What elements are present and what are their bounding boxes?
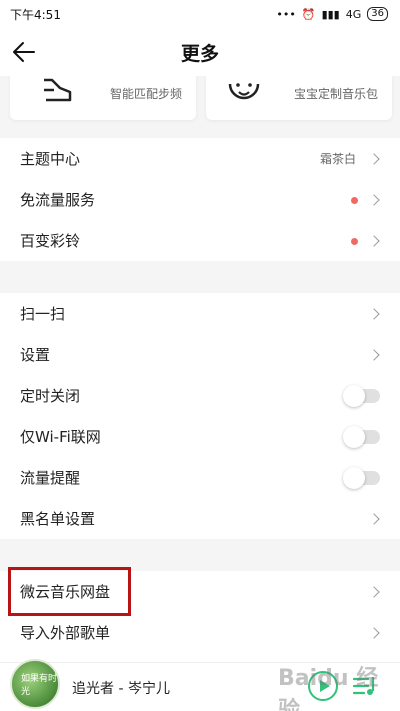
album-cover[interactable]: 如果有时光 (10, 659, 60, 709)
toggle-knob (343, 466, 365, 489)
toggle-knob (343, 425, 365, 448)
row-label: 导入外部歌单 (20, 624, 111, 642)
row-timer-off: 定时关闭 (0, 375, 400, 416)
red-dot-badge (351, 196, 358, 204)
chevron-right-icon (368, 585, 380, 598)
signal-icon: ▮▮▮ (321, 7, 340, 21)
card-running[interactable]: 智能匹配步频 (10, 76, 196, 120)
signal-dots-icon: ••• (276, 7, 296, 21)
back-arrow-icon[interactable] (10, 38, 38, 66)
row-blacklist[interactable]: 黑名单设置 (0, 498, 400, 539)
highlight-box (8, 567, 131, 616)
card-baby[interactable]: 宝宝定制音乐包 (206, 76, 392, 120)
card-label-running: 智能匹配步频 (109, 87, 182, 101)
row-free-data[interactable]: 免流量服务 (0, 179, 400, 220)
card-label-baby: 宝宝定制音乐包 (293, 87, 378, 101)
chevron-right-icon (368, 626, 380, 639)
row-wifi-only: 仅Wi-Fi联网 (0, 416, 400, 457)
row-settings[interactable]: 设置 (0, 334, 400, 375)
row-theme-center[interactable]: 主题中心 霜茶白 (0, 138, 400, 179)
network-type: 4G (345, 7, 362, 21)
toggle-knob (343, 384, 365, 407)
row-scan[interactable]: 扫一扫 (0, 293, 400, 334)
row-label: 设置 (20, 346, 51, 364)
row-label: 主题中心 (20, 150, 81, 168)
cover-text: 如果有时光 (21, 674, 58, 697)
status-time: 下午4:51 (10, 7, 61, 22)
wifi-only-toggle[interactable] (343, 425, 380, 448)
chevron-right-icon (368, 152, 380, 165)
baidu-watermark: Baidu 经验 (278, 666, 379, 711)
page-title: 更多 (180, 42, 219, 65)
timer-off-toggle[interactable] (343, 384, 380, 407)
status-icons: ••• ⏰ ▮▮▮ 4G 36 (276, 7, 388, 21)
status-bar: 下午4:51 ••• ⏰ ▮▮▮ 4G 36 (0, 0, 400, 28)
row-data-alert: 流量提醒 (0, 457, 400, 498)
row-ringtone[interactable]: 百变彩铃 (0, 220, 400, 261)
section-services: 主题中心 霜茶白 免流量服务 百变彩铃 (0, 138, 400, 261)
alarm-icon: ⏰ (301, 7, 316, 21)
row-label: 仅Wi-Fi联网 (20, 428, 101, 446)
chevron-right-icon (368, 307, 380, 320)
chevron-right-icon (368, 234, 380, 247)
row-value-theme: 霜茶白 (319, 152, 356, 166)
row-import-playlist[interactable]: 导入外部歌单 (0, 612, 400, 653)
running-shoe-icon (44, 78, 72, 102)
baby-face-icon (228, 83, 260, 100)
red-dot-badge (351, 237, 358, 245)
section-settings: 扫一扫 设置 定时关闭 仅Wi-Fi联网 流量提醒 黑名单设置 (0, 293, 400, 539)
data-alert-toggle[interactable] (343, 466, 380, 489)
header-bar: 更多 (0, 28, 400, 76)
row-label: 免流量服务 (20, 191, 96, 209)
row-label: 定时关闭 (20, 387, 81, 405)
chevron-right-icon (368, 193, 380, 206)
feature-cards: 智能匹配步频 宝宝定制音乐包 (0, 76, 400, 126)
chevron-right-icon (368, 512, 380, 525)
now-playing-title: 追光者 - 岑宁儿 (72, 681, 170, 697)
row-label: 黑名单设置 (20, 510, 96, 528)
row-label: 流量提醒 (20, 469, 81, 487)
chevron-right-icon (368, 348, 380, 361)
row-label: 扫一扫 (20, 305, 66, 323)
row-label: 百变彩铃 (20, 232, 81, 250)
battery-icon: 36 (367, 7, 388, 21)
